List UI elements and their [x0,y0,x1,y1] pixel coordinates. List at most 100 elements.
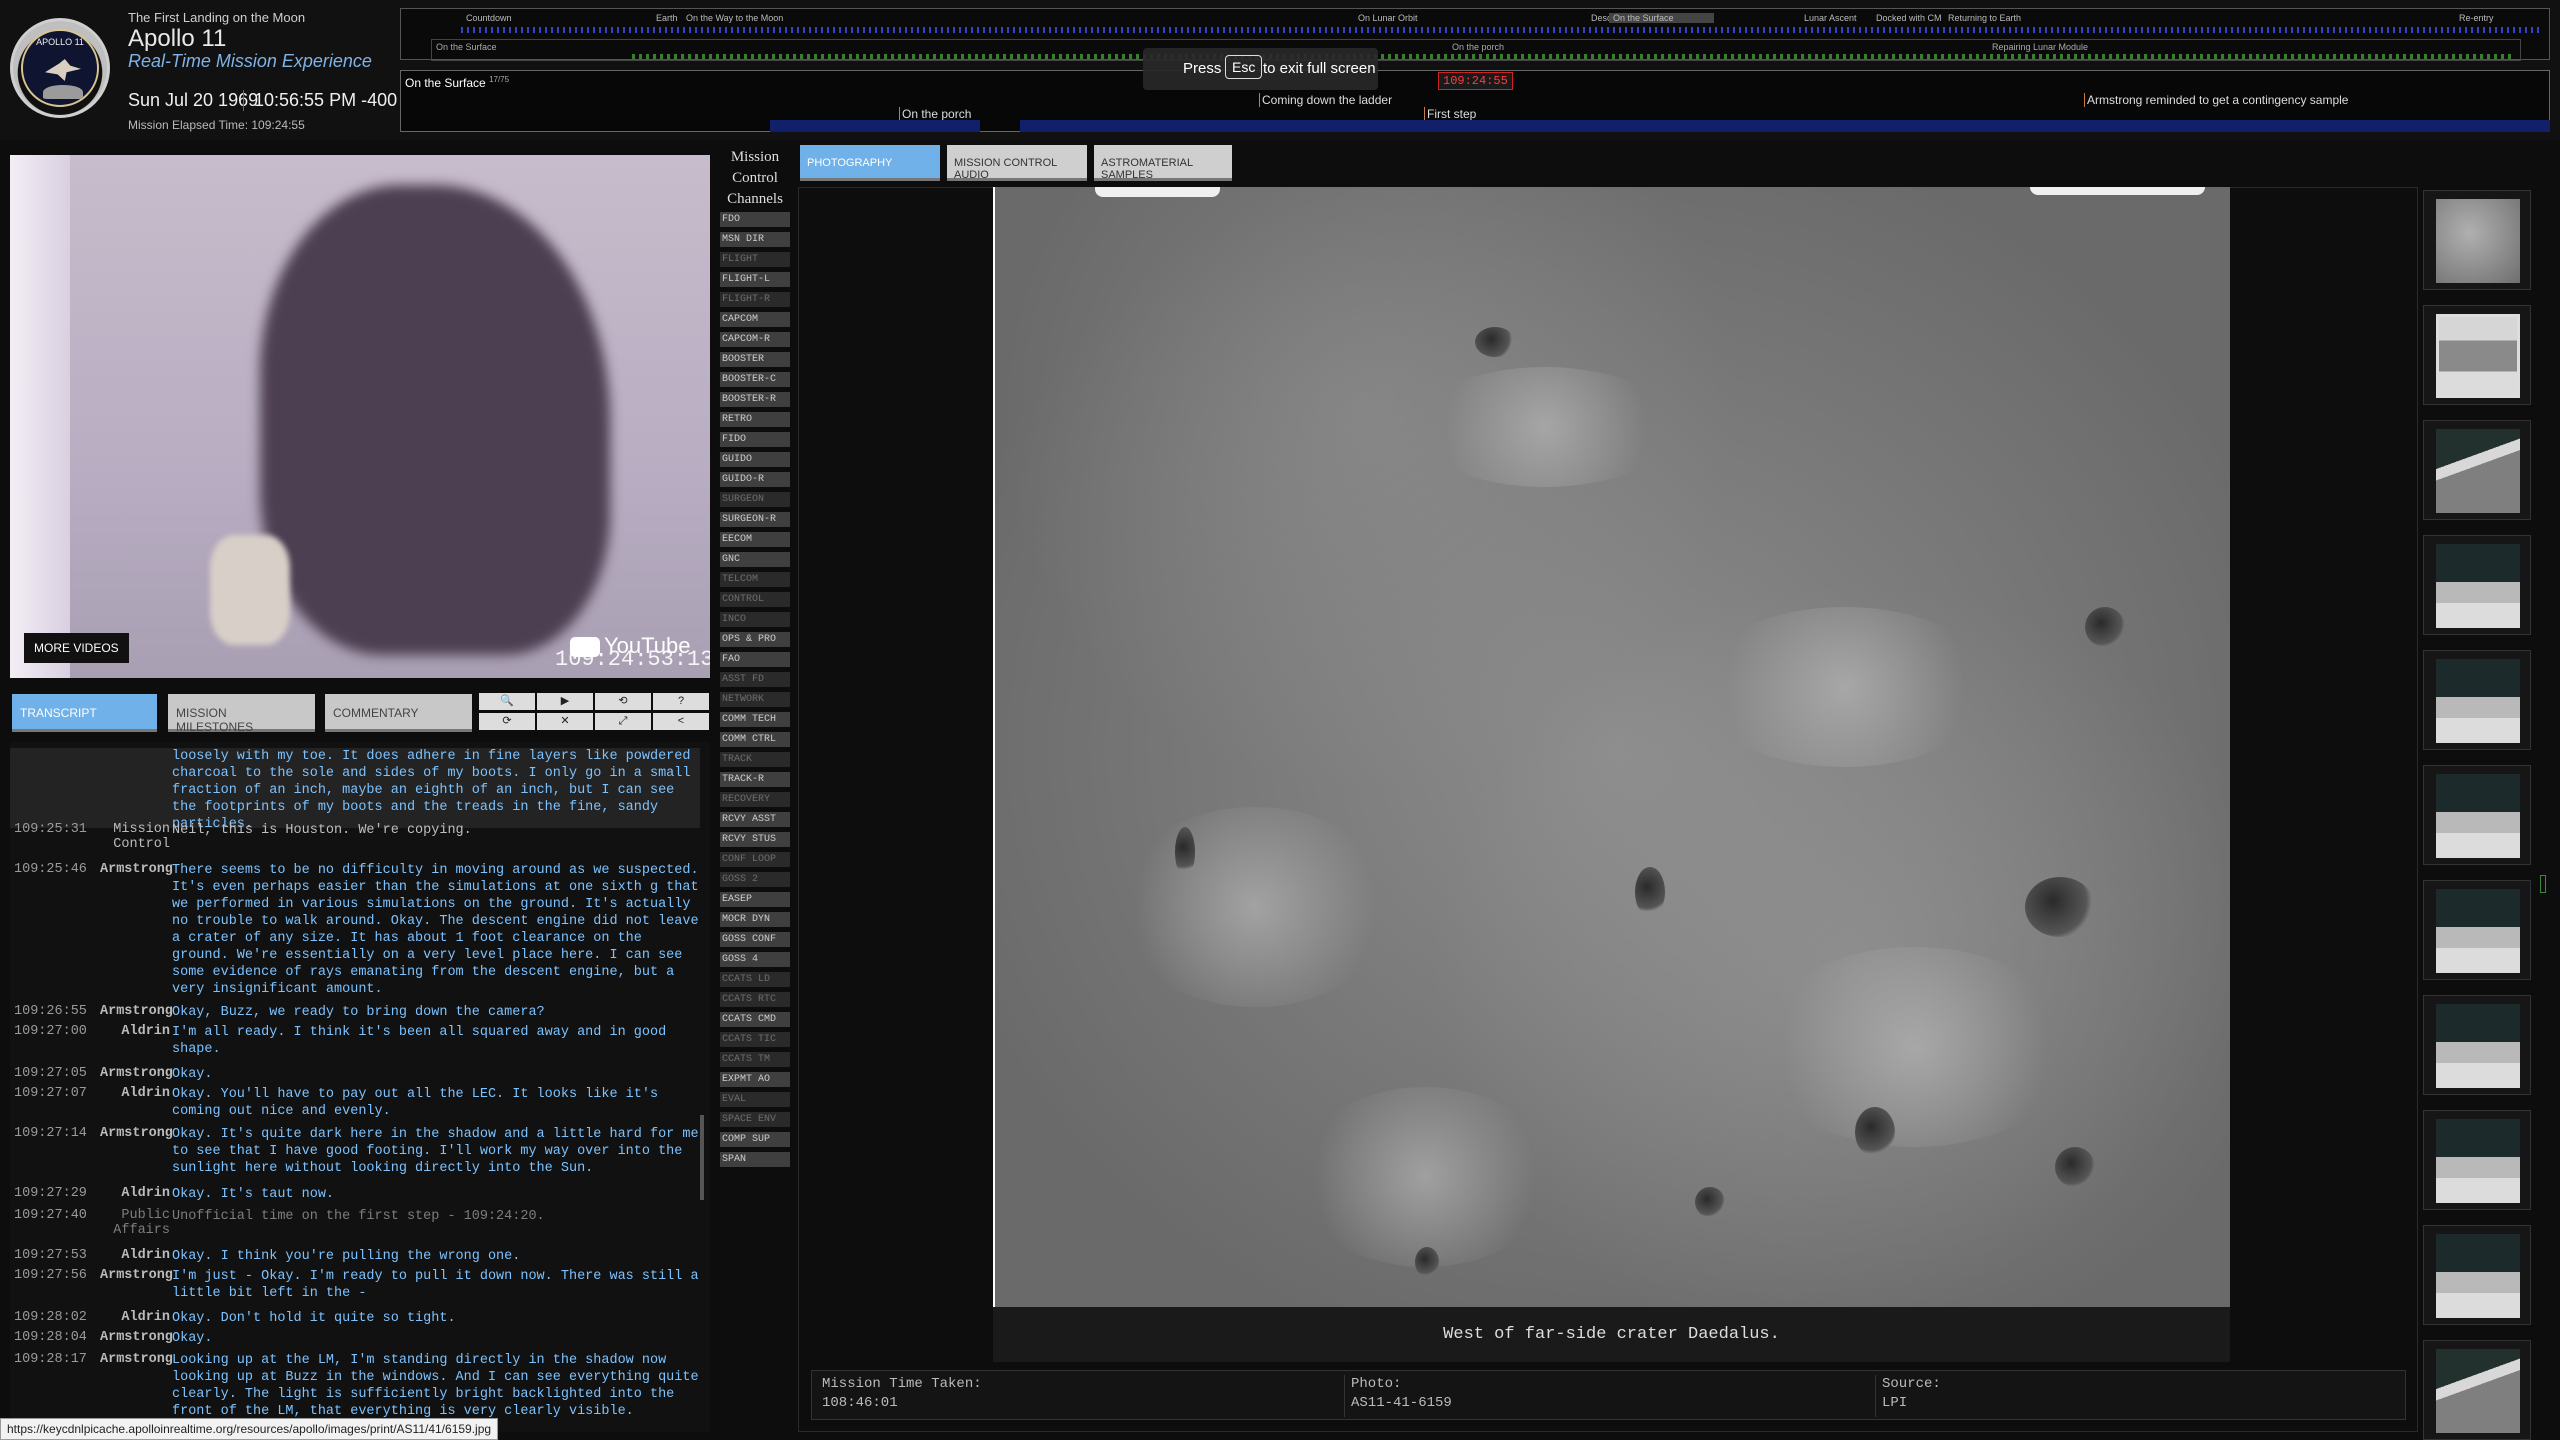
channel-telcom[interactable]: TELCOM [720,572,790,587]
phase-reentry[interactable]: Re-entry [2459,13,2494,23]
channel-flight-r[interactable]: FLIGHT-R [720,292,790,307]
transcript-row[interactable]: 109:26:55 Armstrong Okay, Buzz, we ready… [10,1004,700,1024]
channel-surgeon-r[interactable]: SURGEON-R [720,512,790,527]
tab-transcript[interactable]: TRANSCRIPT [12,694,157,732]
channel-fido[interactable]: FIDO [720,432,790,447]
share-icon[interactable]: < [653,713,709,730]
reload-icon[interactable]: ⟳ [479,713,535,730]
channel-comm-tech[interactable]: COMM TECH [720,712,790,727]
channel-inco[interactable]: INCO [720,612,790,627]
phase-returning[interactable]: Returning to Earth [1948,13,2021,23]
transcript-row[interactable]: 109:27:29 Aldrin Okay. It's taut now. [10,1186,700,1206]
thumbnail-surface-horizon[interactable] [2423,1110,2531,1210]
channel-rcvy-asst[interactable]: RCVY ASST [720,812,790,827]
transcript-panel[interactable]: loosely with my toe. It does adhere in f… [10,742,710,1432]
thumbnail-surface-horizon[interactable] [2423,765,2531,865]
phase-lunar-orbit[interactable]: On Lunar Orbit [1358,13,1418,23]
channel-eval[interactable]: EVAL [720,1092,790,1107]
channel-fdo[interactable]: FDO [720,212,790,227]
thumbnail-surface-horizon[interactable] [2423,535,2531,635]
channel-eecom[interactable]: EECOM [720,532,790,547]
thumbnail-lunar-surface[interactable] [2423,190,2531,290]
thumbnail-lm-leg[interactable] [2423,420,2531,520]
thumbnail-surface-horizon[interactable] [2423,995,2531,1095]
help-icon[interactable]: ? [653,693,709,710]
channel-flight[interactable]: FLIGHT [720,252,790,267]
thumbnail-lm-leg[interactable] [2423,1340,2531,1440]
channel-ccats-tic[interactable]: CCATS TIC [720,1032,790,1047]
play-icon[interactable]: ▶ [537,693,593,710]
channel-rcvy-stus[interactable]: RCVY STUS [720,832,790,847]
channel-surgeon[interactable]: SURGEON [720,492,790,507]
channel-recovery[interactable]: RECOVERY [720,792,790,807]
history-icon[interactable]: ⟲ [595,693,651,710]
transcript-row[interactable]: 109:25:31 Mission Control Neil, this is … [10,822,700,858]
channel-goss-conf[interactable]: GOSS CONF [720,932,790,947]
channel-goss-4[interactable]: GOSS 4 [720,952,790,967]
transcript-row[interactable]: 109:27:07 Aldrin Okay. You'll have to pa… [10,1086,700,1124]
channel-track-r[interactable]: TRACK-R [720,772,790,787]
transcript-row[interactable]: 109:27:56 Armstrong I'm just - Okay. I'm… [10,1268,700,1306]
channel-ccats-rtc[interactable]: CCATS RTC [720,992,790,1007]
channel-capcom-r[interactable]: CAPCOM-R [720,332,790,347]
thumbnail-surface-horizon[interactable] [2423,650,2531,750]
channel-guido[interactable]: GUIDO [720,452,790,467]
more-videos-button[interactable]: MORE VIDEOS [24,633,129,663]
channel-ops-pro[interactable]: OPS & PRO [720,632,790,647]
channel-ccats-ld[interactable]: CCATS LD [720,972,790,987]
channel-conf-loop[interactable]: CONF LOOP [720,852,790,867]
channel-flight-l[interactable]: FLIGHT-L [720,272,790,287]
tab-mission-milestones[interactable]: MISSION MILESTONES [168,694,315,734]
channel-comm-ctrl[interactable]: COMM CTRL [720,732,790,747]
channel-control[interactable]: CONTROL [720,592,790,607]
transcript-row[interactable]: 109:28:02 Aldrin Okay. Don't hold it qui… [10,1310,700,1330]
transcript-row[interactable]: loosely with my toe. It does adhere in f… [10,748,700,832]
tab-mission-control-audio[interactable]: MISSION CONTROL AUDIO [947,145,1087,181]
channel-fao[interactable]: FAO [720,652,790,667]
youtube-logo[interactable]: YouTube [570,633,690,659]
transcript-row[interactable]: 109:25:46 Armstrong There seems to be no… [10,862,700,997]
channel-gnc[interactable]: GNC [720,552,790,567]
video-player[interactable]: 109:24:53:13 YouTube MORE VIDEOS [10,155,710,678]
tab-astromaterial-samples[interactable]: ASTROMATERIAL SAMPLES [1094,145,1232,181]
channel-network[interactable]: NETWORK [720,692,790,707]
transcript-row[interactable]: 109:27:00 Aldrin I'm all ready. I think … [10,1024,700,1062]
transcript-row[interactable]: 109:28:17 Armstrong Looking up at the LM… [10,1352,700,1428]
phase-docked[interactable]: Docked with CM [1876,13,1942,23]
transcript-row[interactable]: 109:27:05 Armstrong Okay. [10,1066,700,1086]
mute-icon[interactable]: ✕ [537,713,593,730]
phase-countdown[interactable]: Countdown [466,13,512,23]
channel-capcom[interactable]: CAPCOM [720,312,790,327]
channel-ccats-cmd[interactable]: CCATS CMD [720,1012,790,1027]
channel-mocr-dyn[interactable]: MOCR DYN [720,912,790,927]
transcript-row[interactable]: 109:28:04 Armstrong Okay. [10,1330,700,1350]
event-first-step[interactable]: First step [1424,107,1476,121]
channel-easep[interactable]: EASEP [720,892,790,907]
channel-span[interactable]: SPAN [720,1152,790,1167]
phase-on-surface[interactable]: On the Surface [1609,13,1714,23]
search-icon[interactable]: 🔍 [479,693,535,710]
tab-photography[interactable]: PHOTOGRAPHY [800,145,940,181]
event-ladder[interactable]: Coming down the ladder [1259,93,1392,107]
phase-way-to-moon[interactable]: On the Way to the Moon [686,13,783,23]
lunar-photo[interactable] [993,187,2230,1307]
thumbnail-scroll-indicator[interactable] [2540,875,2546,893]
thumbnail-surface-horizon[interactable] [2423,880,2531,980]
channel-guido-r[interactable]: GUIDO-R [720,472,790,487]
surface-subtimeline[interactable]: On the Surface On the porch Repairing Lu… [431,39,2521,61]
phase-earth[interactable]: Earth [656,13,678,23]
thumbnail-surface-horizon[interactable] [2423,1225,2531,1325]
fullscreen-icon[interactable]: ⤢ [595,713,651,730]
channel-space-env[interactable]: SPACE ENV [720,1112,790,1127]
channel-asst-fd[interactable]: ASST FD [720,672,790,687]
tab-commentary[interactable]: COMMENTARY [325,694,472,732]
event-contingency-sample[interactable]: Armstrong reminded to get a contingency … [2084,93,2348,107]
channel-expmt-ao[interactable]: EXPMT AO [720,1072,790,1087]
transcript-scrollbar[interactable] [700,1115,704,1200]
channel-goss-2[interactable]: GOSS 2 [720,872,790,887]
thumbnail-lm-window[interactable] [2423,305,2531,405]
mission-phase-timeline[interactable]: Countdown Earth On the Way to the Moon O… [400,8,2550,61]
transcript-row[interactable]: 109:27:53 Aldrin Okay. I think you're pu… [10,1248,700,1268]
channel-ccats-tm[interactable]: CCATS TM [720,1052,790,1067]
channel-booster-c[interactable]: BOOSTER-C [720,372,790,387]
